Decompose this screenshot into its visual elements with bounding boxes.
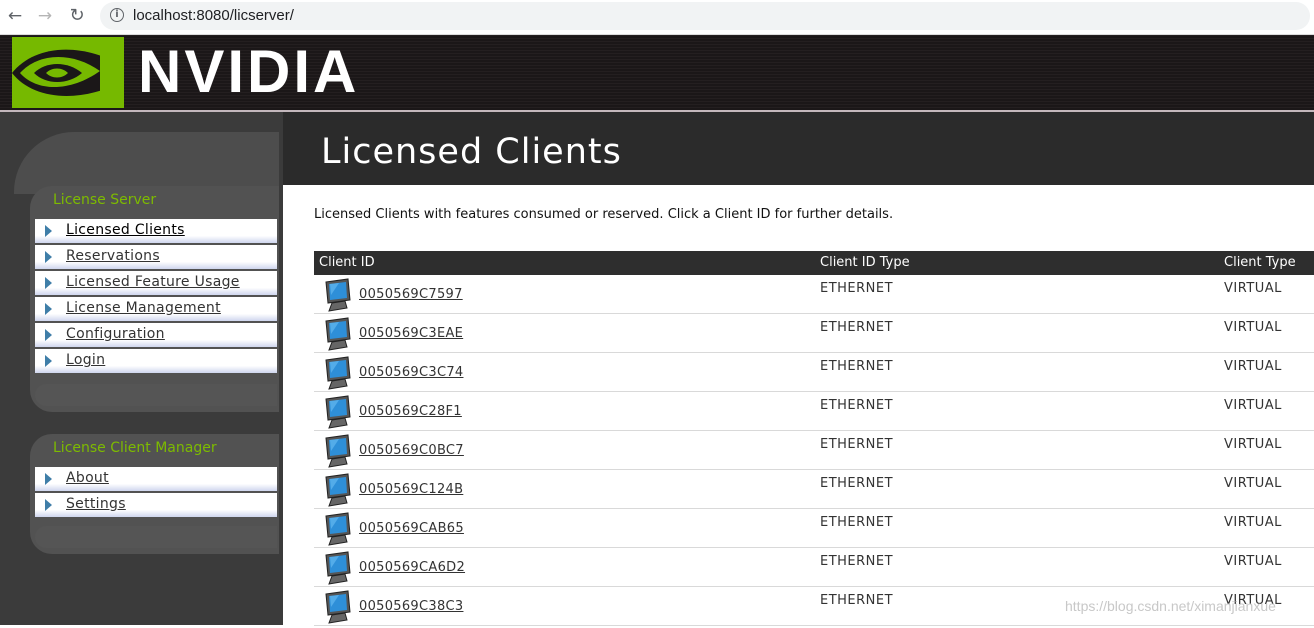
table-row: 0050569CAB65 ETHERNET VIRTUAL <box>314 509 1314 548</box>
table-row: 0050569C28F1 ETHERNET VIRTUAL <box>314 392 1314 431</box>
client-id-type-cell: ETHERNET <box>820 554 894 569</box>
client-type-cell: VIRTUAL <box>1224 437 1282 452</box>
client-id-type-cell: ETHERNET <box>820 593 894 608</box>
table-header: Client ID Client ID Type Client Type <box>314 251 1314 275</box>
client-type-cell: VIRTUAL <box>1224 476 1282 491</box>
info-icon[interactable]: i <box>110 8 124 22</box>
computer-monitor-icon <box>323 356 353 390</box>
arrow-right-icon <box>45 277 52 289</box>
reload-icon[interactable]: ↻ <box>66 5 88 27</box>
computer-monitor-icon <box>323 317 353 351</box>
client-id-type-cell: ETHERNET <box>820 515 894 530</box>
client-id-link[interactable]: 0050569CAB65 <box>359 521 464 536</box>
browser-toolbar: ← → ↻ i localhost:8080/licserver/ <box>0 0 1314 35</box>
column-header-client-id-type: Client ID Type <box>820 255 910 270</box>
license-server-panel: License Server Licensed Clients Reservat… <box>30 186 279 412</box>
table-row: 0050569C7597 ETHERNET VIRTUAL <box>314 275 1314 314</box>
computer-monitor-icon <box>323 434 353 468</box>
license-client-manager-menu: About Settings <box>35 467 277 519</box>
column-header-client-id: Client ID <box>319 255 375 270</box>
arrow-right-icon <box>45 355 52 367</box>
page-header: NVIDIA <box>0 35 1314 112</box>
arrow-right-icon <box>45 225 52 237</box>
sidebar-item-label[interactable]: Reservations <box>66 248 160 264</box>
page-title: Licensed Clients <box>321 132 622 172</box>
client-id-type-cell: ETHERNET <box>820 281 894 296</box>
computer-monitor-icon <box>323 473 353 507</box>
client-type-cell: VIRTUAL <box>1224 359 1282 374</box>
arrow-right-icon[interactable]: → <box>34 5 56 27</box>
arrow-left-icon[interactable]: ← <box>4 5 26 27</box>
sidebar-item-reservations[interactable]: Reservations <box>35 245 277 269</box>
table-body: 0050569C7597 ETHERNET VIRTUAL 0050569C3EAE E… <box>314 275 1314 626</box>
client-type-cell: VIRTUAL <box>1224 554 1282 569</box>
client-id-type-cell: ETHERNET <box>820 320 894 335</box>
table-row: 0050569C3C74 ETHERNET VIRTUAL <box>314 353 1314 392</box>
sidebar-item-settings[interactable]: Settings <box>35 493 277 517</box>
arrow-right-icon <box>45 303 52 315</box>
client-type-cell: VIRTUAL <box>1224 515 1282 530</box>
sidebar-item-configuration[interactable]: Configuration <box>35 323 277 347</box>
sidebar-item-label[interactable]: Licensed Clients <box>66 222 185 238</box>
arrow-right-icon <box>45 499 52 511</box>
sidebar-item-label[interactable]: Configuration <box>66 326 165 342</box>
intro-text: Licensed Clients with features consumed … <box>314 207 894 222</box>
sidebar-item-login[interactable]: Login <box>35 349 277 373</box>
main-header: Licensed Clients <box>279 112 1314 185</box>
client-id-type-cell: ETHERNET <box>820 437 894 452</box>
sidebar-item-label[interactable]: About <box>66 470 109 486</box>
address-bar[interactable]: i localhost:8080/licserver/ <box>100 2 1310 30</box>
url-text[interactable]: localhost:8080/licserver/ <box>133 7 294 24</box>
client-id-link[interactable]: 0050569CA6D2 <box>359 560 465 575</box>
main-divider <box>279 185 283 625</box>
client-id-link[interactable]: 0050569C3EAE <box>359 326 463 341</box>
arrow-right-icon <box>45 329 52 341</box>
sidebar-item-label[interactable]: Settings <box>66 496 126 512</box>
computer-monitor-icon <box>323 590 353 624</box>
nvidia-eye-logo-icon <box>12 37 124 108</box>
licensed-clients-table: Client ID Client ID Type Client Type 005… <box>314 251 1314 626</box>
sidebar-decoration <box>14 132 279 194</box>
arrow-right-icon <box>45 251 52 263</box>
sidebar-item-label[interactable]: Login <box>66 352 105 368</box>
client-id-type-cell: ETHERNET <box>820 359 894 374</box>
panel-footer <box>35 384 277 406</box>
table-row: 0050569CA6D2 ETHERNET VIRTUAL <box>314 548 1314 587</box>
table-row: 0050569C0BC7 ETHERNET VIRTUAL <box>314 431 1314 470</box>
client-type-cell: VIRTUAL <box>1224 320 1282 335</box>
column-header-client-type: Client Type <box>1224 255 1296 270</box>
table-row: 0050569C124B ETHERNET VIRTUAL <box>314 470 1314 509</box>
computer-monitor-icon <box>323 278 353 312</box>
sidebar-item-label[interactable]: License Management <box>66 300 221 316</box>
client-type-cell: VIRTUAL <box>1224 281 1282 296</box>
computer-monitor-icon <box>323 551 353 585</box>
watermark: https://blog.csdn.net/ximanjianxue <box>1065 598 1276 614</box>
sidebar-item-licensed-clients[interactable]: Licensed Clients <box>35 219 277 243</box>
sidebar-item-license-management[interactable]: License Management <box>35 297 277 321</box>
panel-title-license-client-manager: License Client Manager <box>53 440 217 456</box>
sidebar-item-label[interactable]: Licensed Feature Usage <box>66 274 240 290</box>
client-id-link[interactable]: 0050569C3C74 <box>359 365 463 380</box>
client-id-type-cell: ETHERNET <box>820 398 894 413</box>
client-id-link[interactable]: 0050569C28F1 <box>359 404 462 419</box>
license-client-manager-panel: License Client Manager About Settings <box>30 434 279 554</box>
panel-footer <box>35 526 277 548</box>
arrow-right-icon <box>45 473 52 485</box>
client-type-cell: VIRTUAL <box>1224 398 1282 413</box>
client-id-link[interactable]: 0050569C7597 <box>359 287 463 302</box>
table-row: 0050569C3EAE ETHERNET VIRTUAL <box>314 314 1314 353</box>
client-id-link[interactable]: 0050569C124B <box>359 482 463 497</box>
computer-monitor-icon <box>323 512 353 546</box>
nvidia-wordmark: NVIDIA <box>138 38 360 105</box>
license-server-menu: Licensed Clients Reservations Licensed F… <box>35 219 277 375</box>
client-id-link[interactable]: 0050569C0BC7 <box>359 443 464 458</box>
sidebar-item-about[interactable]: About <box>35 467 277 491</box>
sidebar-item-licensed-feature-usage[interactable]: Licensed Feature Usage <box>35 271 277 295</box>
client-id-link[interactable]: 0050569C38C3 <box>359 599 463 614</box>
computer-monitor-icon <box>323 395 353 429</box>
client-id-type-cell: ETHERNET <box>820 476 894 491</box>
panel-title-license-server: License Server <box>53 192 157 208</box>
sidebar: License Server Licensed Clients Reservat… <box>0 112 279 625</box>
